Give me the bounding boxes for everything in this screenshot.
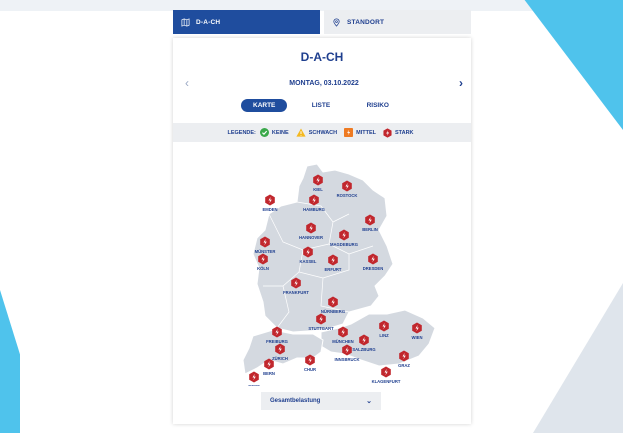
city-label: FRANKFURT [283, 290, 309, 295]
city-label: ZÜRICH [272, 356, 288, 361]
city-label: NÜRNBERG [321, 309, 345, 314]
legend-item-schwach: SCHWACH [296, 128, 337, 137]
location-pin-icon [333, 18, 340, 27]
tab-dach[interactable]: D-A-CH [173, 10, 320, 34]
city-label: MÜNCHEN [332, 339, 353, 344]
city-label: KIEL [313, 187, 323, 192]
layer-select-value: Gesamtbelastung [270, 398, 321, 404]
city-label: KÖLN [257, 266, 269, 271]
city-label: HAMBURG [303, 207, 325, 212]
legend-item-stark: STARK [383, 127, 414, 138]
view-option-karte[interactable]: KARTE [241, 98, 288, 112]
city-marker-icon[interactable] [249, 371, 259, 383]
current-date: MONTAG, 03.10.2022 [289, 79, 359, 87]
chevron-right-icon[interactable]: › [459, 77, 463, 89]
city-label: FREIBURG [266, 339, 288, 344]
legend-label: MITTEL [356, 129, 376, 136]
city-marker-icon[interactable] [265, 194, 275, 206]
decorative-corner-shape [533, 283, 623, 433]
dach-map: KIEL ROSTOCK HAMBURG EMDEN BERLIN HANNOVER MAG… [242, 163, 436, 386]
legend-item-keine: KEINE [259, 128, 289, 137]
view-option-liste[interactable]: LISTE [300, 99, 342, 112]
city-label: DRESDEN [363, 266, 383, 271]
legend-label: KEINE [271, 129, 289, 136]
legend-item-mittel: MITTEL [344, 128, 376, 137]
city-label: CHUR [304, 367, 316, 372]
city-label: INNSBRUCK [334, 357, 359, 362]
city-label: ROSTOCK [337, 193, 358, 198]
layer-select[interactable]: Gesamtbelastung ⌄ [261, 392, 381, 410]
check-circle-icon [259, 128, 269, 137]
city-label: HANNOVER [299, 235, 323, 240]
legend-title: LEGENDE: [227, 129, 256, 136]
city-label: GRAZ [398, 363, 410, 368]
map-icon [181, 17, 190, 27]
tab-standort[interactable]: STANDORT [324, 10, 471, 34]
tab-label: STANDORT [347, 18, 385, 26]
city-label: ERFURT [325, 267, 342, 272]
legend-label: STARK [394, 129, 414, 136]
city-label: BERLIN [362, 227, 378, 232]
tab-label: D-A-CH [196, 18, 221, 26]
warning-triangle-icon [296, 128, 306, 137]
chevron-left-icon[interactable]: ‹ [185, 77, 189, 89]
decorative-corner-shape [0, 290, 20, 433]
city-label: STUTTGART [308, 326, 334, 331]
city-label: WIEN [412, 335, 423, 340]
date-navigation: ‹ MONTAG, 03.10.2022 › [173, 76, 471, 90]
chevron-down-icon: ⌄ [366, 398, 372, 405]
region-tabs: D-A-CH STANDORT [173, 10, 471, 34]
view-option-risiko[interactable]: RISIKO [355, 99, 401, 112]
city-marker-icon[interactable] [381, 366, 391, 378]
city-label: BERN [263, 371, 275, 376]
map-region-germany [252, 163, 394, 333]
city-label: MÜNSTER [255, 249, 276, 254]
city-label: LINZ [379, 333, 389, 338]
legend-label: SCHWACH [308, 129, 338, 136]
legend: LEGENDE: KEINE SCHWACH MITTEL STARK [173, 123, 471, 142]
city-label: EMDEN [262, 207, 277, 212]
city-label: MAGDEBURG [330, 242, 358, 247]
city-label: SALZBURG [352, 347, 375, 352]
medium-square-icon [344, 128, 354, 137]
city-label: GENF [248, 384, 260, 386]
forecast-card: D-A-CH ‹ MONTAG, 03.10.2022 › KARTE LIST… [173, 38, 471, 424]
strong-hexagon-icon [383, 127, 392, 138]
view-switch: KARTE LISTE RISIKO [241, 98, 401, 112]
city-label: KASSEL [300, 259, 317, 264]
city-label: KLAGENFURT [372, 379, 401, 384]
page-title: D-A-CH [300, 50, 344, 64]
decorative-corner-shape [524, 0, 623, 130]
